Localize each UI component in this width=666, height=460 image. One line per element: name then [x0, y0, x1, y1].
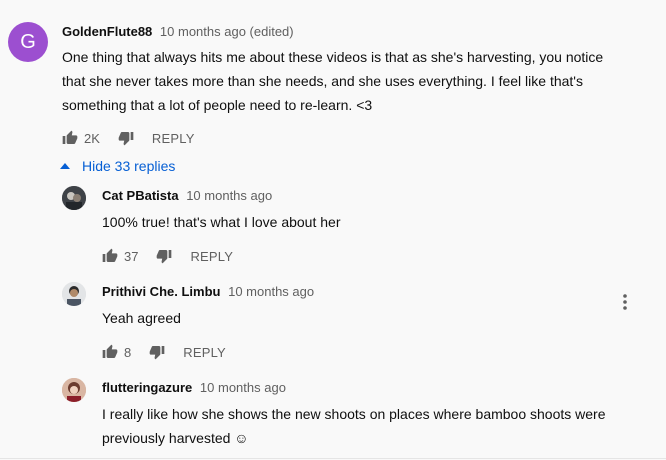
more-actions-button[interactable]: [617, 290, 633, 314]
reply-time[interactable]: 10 months ago: [228, 284, 314, 299]
reply-author[interactable]: flutteringazure: [102, 380, 192, 395]
comment-text-line: One thing that always hits me about thes…: [62, 49, 604, 65]
avatar[interactable]: [62, 186, 86, 210]
like-count: 2K: [84, 130, 100, 146]
reply-button[interactable]: REPLY: [152, 131, 195, 146]
avatar[interactable]: G: [8, 22, 48, 62]
like-count: 8: [124, 344, 132, 360]
reply-button[interactable]: REPLY: [190, 249, 233, 264]
like-count: 37: [124, 248, 139, 264]
reply-text-line: 100% true! that's what I love about her: [102, 214, 341, 230]
reply-text-line: I really like how she shows the new shoo…: [102, 406, 606, 422]
caret-up-icon: [60, 163, 70, 169]
avatar[interactable]: [62, 282, 86, 306]
more-vertical-icon: [623, 294, 627, 310]
thumbs-up-icon[interactable]: [102, 248, 118, 264]
avatar-letter: G: [20, 30, 36, 53]
hide-replies-toggle[interactable]: Hide 33 replies: [60, 154, 175, 178]
comment-actions: 2K REPLY: [62, 128, 195, 148]
reply-author[interactable]: Cat PBatista: [102, 188, 179, 203]
reply-header: Prithivi Che. Limbu 10 months ago: [102, 284, 314, 299]
divider: [0, 458, 666, 459]
reply-author[interactable]: Prithivi Che. Limbu: [102, 284, 220, 299]
comment-text-line: something that a lot of people need to r…: [62, 97, 373, 113]
reply-time[interactable]: 10 months ago: [186, 188, 272, 203]
comment-text-line: that she never takes more than she needs…: [62, 73, 583, 89]
avatar[interactable]: [62, 378, 86, 402]
reply-actions: 8 REPLY: [102, 342, 226, 362]
reply-text-line: Yeah agreed: [102, 310, 181, 326]
comment-text: One thing that always hits me about thes…: [62, 45, 652, 117]
reply-text: I really like how she shows the new shoo…: [102, 402, 642, 450]
thumbs-up-icon[interactable]: [102, 344, 118, 360]
reply-text: 100% true! that's what I love about her: [102, 210, 341, 234]
reply-text-line: previously harvested ☺: [102, 430, 249, 446]
avatar-image: [62, 282, 86, 306]
thumbs-down-icon[interactable]: [156, 248, 172, 264]
avatar-image: [62, 186, 86, 210]
hide-replies-label: Hide 33 replies: [82, 158, 176, 174]
thumbs-down-icon[interactable]: [149, 344, 165, 360]
reply-actions: 37 REPLY: [102, 246, 233, 266]
comment-time[interactable]: 10 months ago (edited): [160, 24, 294, 39]
comment-header: GoldenFlute88 10 months ago (edited): [62, 24, 294, 39]
reply-text: Yeah agreed: [102, 306, 181, 330]
reply-header: Cat PBatista 10 months ago: [102, 188, 272, 203]
avatar-image: [62, 378, 86, 402]
comment-author[interactable]: GoldenFlute88: [62, 24, 152, 39]
comment-thread: G GoldenFlute88 10 months ago (edited) O…: [0, 0, 666, 460]
reply-time[interactable]: 10 months ago: [200, 380, 286, 395]
reply-header: flutteringazure 10 months ago: [102, 380, 286, 395]
thumbs-down-icon[interactable]: [118, 130, 134, 146]
reply-button[interactable]: REPLY: [183, 345, 226, 360]
thumbs-up-icon[interactable]: [62, 130, 78, 146]
